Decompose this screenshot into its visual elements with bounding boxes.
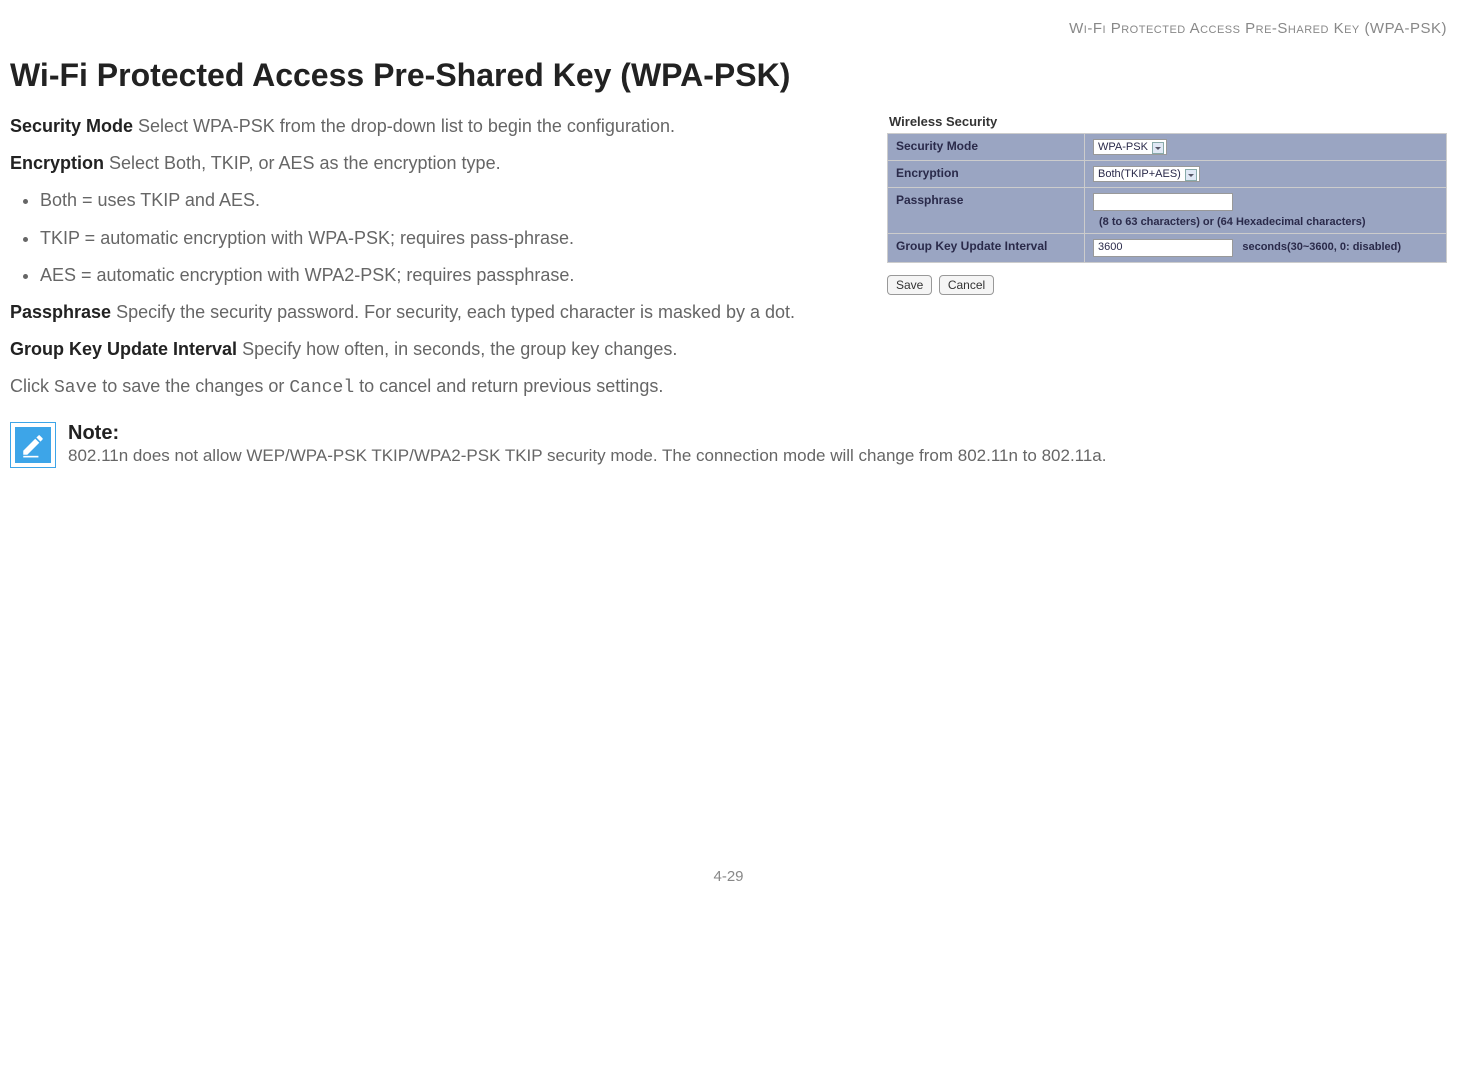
encryption-desc: Select Both, TKIP, or AES as the encrypt… (104, 153, 501, 173)
encryption-row-label: Encryption (888, 161, 1085, 188)
security-mode-select[interactable]: WPA-PSK (1093, 139, 1167, 155)
note-body: 802.11n does not allow WEP/WPA-PSK TKIP/… (68, 445, 1447, 467)
security-mode-desc: Select WPA-PSK from the drop-down list t… (133, 116, 675, 136)
note-callout: Note: 802.11n does not allow WEP/WPA-PSK… (10, 422, 1447, 468)
chevron-down-icon (1152, 142, 1164, 154)
passphrase-desc: Specify the security password. For secur… (111, 302, 795, 322)
passphrase-hint: (8 to 63 characters) or (64 Hexadecimal … (1099, 216, 1366, 228)
encryption-value: Both(TKIP+AES) (1098, 168, 1181, 180)
encryption-select[interactable]: Both(TKIP+AES) (1093, 166, 1200, 182)
description-column: Security Mode Select WPA-PSK from the dr… (10, 114, 857, 300)
click-instruction-suffix: to cancel and return previous settings. (354, 376, 663, 396)
click-instruction-prefix: Click (10, 376, 54, 396)
group-key-row-label: Group Key Update Interval (888, 234, 1085, 263)
passphrase-term: Passphrase (10, 302, 111, 322)
security-mode-row-label: Security Mode (888, 134, 1085, 161)
pencil-icon (20, 432, 46, 458)
cancel-code: Cancel (289, 378, 354, 398)
group-key-input[interactable]: 3600 (1093, 239, 1233, 257)
config-panel-screenshot: Wireless Security Security Mode WPA-PSK … (887, 114, 1447, 295)
cancel-button[interactable]: Cancel (939, 275, 994, 295)
security-mode-value: WPA-PSK (1098, 141, 1148, 153)
list-item: AES = automatic encryption with WPA2-PSK… (40, 263, 857, 288)
panel-section-title: Wireless Security (887, 114, 1447, 129)
list-item: TKIP = automatic encryption with WPA-PSK… (40, 226, 857, 251)
save-button[interactable]: Save (887, 275, 932, 295)
running-header: Wi-Fi Protected Access Pre-Shared Key (W… (10, 20, 1447, 37)
encryption-term: Encryption (10, 153, 104, 173)
save-code: Save (54, 378, 97, 398)
click-instruction-mid: to save the changes or (97, 376, 289, 396)
page-title: Wi-Fi Protected Access Pre-Shared Key (W… (10, 57, 1447, 94)
security-form-table: Security Mode WPA-PSK Encryption Both(TK… (887, 133, 1447, 263)
table-row: Group Key Update Interval 3600 seconds(3… (888, 234, 1447, 263)
group-key-hint: seconds(30~3600, 0: disabled) (1242, 241, 1401, 253)
list-item: Both = uses TKIP and AES. (40, 188, 857, 213)
table-row: Passphrase (8 to 63 characters) or (64 H… (888, 188, 1447, 234)
table-row: Encryption Both(TKIP+AES) (888, 161, 1447, 188)
note-icon (10, 422, 56, 468)
group-key-term: Group Key Update Interval (10, 339, 237, 359)
passphrase-row-label: Passphrase (888, 188, 1085, 234)
page-number: 4-29 (10, 868, 1447, 885)
security-mode-term: Security Mode (10, 116, 133, 136)
passphrase-input[interactable] (1093, 193, 1233, 211)
table-row: Security Mode WPA-PSK (888, 134, 1447, 161)
note-label: Note: (68, 422, 1447, 445)
chevron-down-icon (1185, 169, 1197, 181)
group-key-desc: Specify how often, in seconds, the group… (237, 339, 677, 359)
encryption-options-list: Both = uses TKIP and AES. TKIP = automat… (10, 188, 857, 288)
